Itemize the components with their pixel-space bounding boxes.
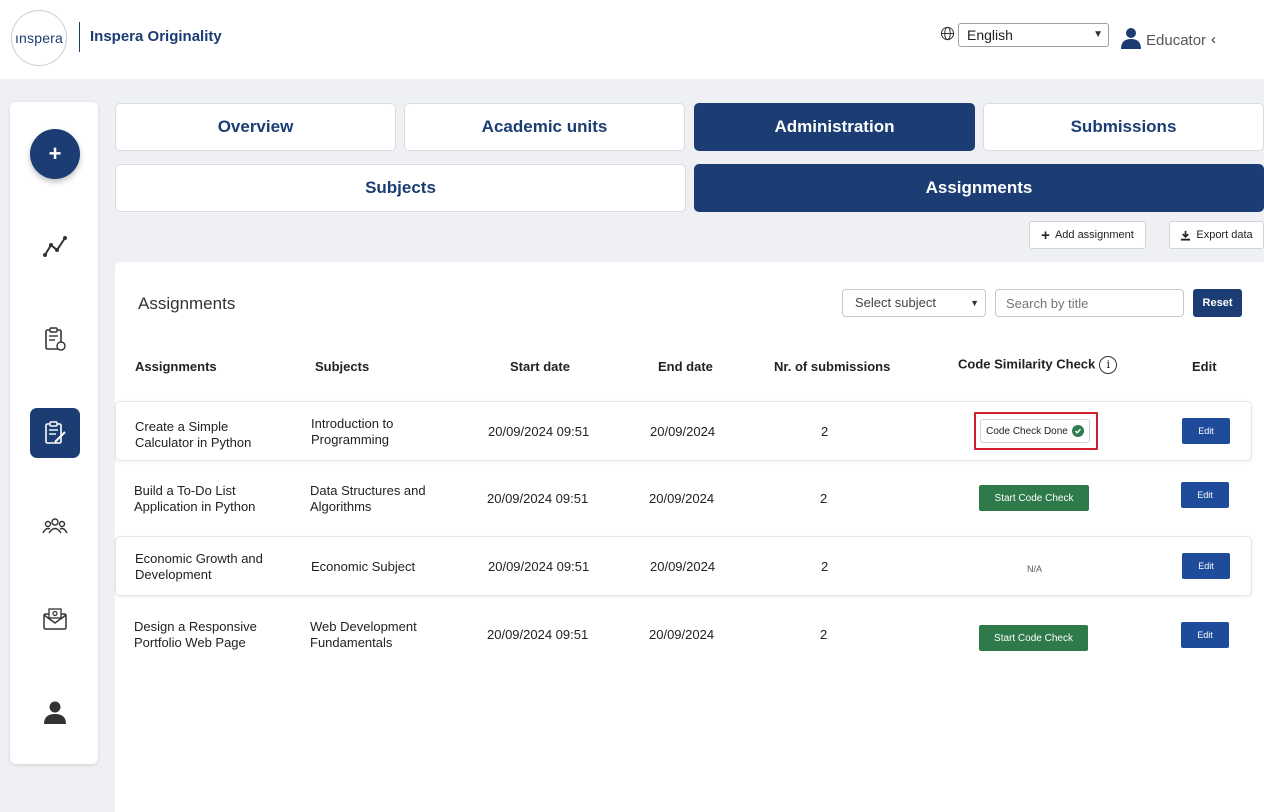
- tab-subjects[interactable]: Subjects: [115, 164, 686, 212]
- column-header-submissions: Nr. of submissions: [774, 359, 891, 374]
- panel-title: Assignments: [138, 294, 236, 313]
- sidebar-item-documents[interactable]: [30, 315, 80, 365]
- create-button[interactable]: +: [30, 129, 80, 179]
- users-group-icon: [42, 518, 68, 534]
- info-icon[interactable]: i: [1099, 356, 1118, 374]
- subject-name: Economic Subject: [311, 559, 416, 574]
- tab-administration[interactable]: Administration: [694, 103, 975, 151]
- column-header-end-date: End date: [658, 359, 713, 374]
- add-assignment-label: Add assignment: [1054, 229, 1134, 241]
- subject-select[interactable]: Select subject ▼: [842, 289, 986, 317]
- language-select[interactable]: English ▼: [958, 23, 1109, 47]
- table-row: Design a Responsive Portfolio Web Page W…: [115, 606, 1252, 666]
- start-date: 20/09/2024 09:51: [488, 424, 590, 439]
- plus-icon: +: [1041, 226, 1050, 244]
- chevron-down-icon: ▼: [1093, 29, 1103, 40]
- chevron-down-icon: ▼: [970, 298, 979, 308]
- tab-submissions[interactable]: Submissions: [983, 103, 1264, 151]
- sidebar-item-assignments[interactable]: [30, 408, 80, 458]
- product-name: Inspera Originality: [90, 28, 222, 45]
- column-header-start-date: Start date: [510, 359, 570, 374]
- edit-button[interactable]: Edit: [1182, 553, 1230, 579]
- table-row: Economic Growth and Development Economic…: [115, 536, 1252, 596]
- top-header: ınspera Inspera Originality English ▼ Ed…: [0, 0, 1264, 79]
- chevron-left-icon[interactable]: ‹: [1211, 31, 1216, 48]
- column-header-subjects: Subjects: [315, 359, 370, 374]
- submission-count: 2: [820, 627, 828, 642]
- edit-button[interactable]: Edit: [1181, 482, 1229, 508]
- search-input[interactable]: [995, 289, 1184, 317]
- code-check-done-label: Code Check Done: [986, 425, 1068, 437]
- sidebar-item-profile[interactable]: [30, 687, 80, 737]
- end-date: 20/09/2024: [650, 559, 716, 574]
- code-check-done-badge[interactable]: Code Check Done: [980, 419, 1090, 443]
- table-row: Create a Simple Calculator in Python Int…: [115, 401, 1252, 461]
- export-data-button[interactable]: Export data: [1169, 221, 1264, 249]
- start-code-check-button[interactable]: Start Code Check: [979, 625, 1088, 651]
- check-circle-icon: [1071, 425, 1084, 437]
- code-similarity-label: Code Similarity Check: [958, 356, 1096, 372]
- user-icon[interactable]: [1119, 26, 1143, 50]
- submission-count: 2: [821, 424, 829, 439]
- column-header-code-similarity: Code Similarity Check i: [958, 356, 1118, 374]
- subject-name: Data Structures and Algorithms: [310, 483, 426, 514]
- assignment-title[interactable]: Build a To-Do List Application in Python: [134, 483, 284, 515]
- inspera-logo[interactable]: ınspera: [11, 10, 67, 66]
- start-date: 20/09/2024 09:51: [487, 627, 589, 642]
- start-date: 20/09/2024 09:51: [487, 491, 589, 506]
- globe-icon: [940, 26, 955, 41]
- logo-divider: [79, 22, 80, 52]
- mail-icon: [43, 608, 67, 630]
- start-date: 20/09/2024 09:51: [488, 559, 590, 574]
- subject-select-value: Select subject: [855, 295, 936, 310]
- reset-button[interactable]: Reset: [1193, 289, 1242, 317]
- sidebar-item-mail[interactable]: [30, 594, 80, 644]
- assignment-title[interactable]: Create a Simple Calculator in Python: [135, 419, 285, 451]
- tab-overview[interactable]: Overview: [115, 103, 396, 151]
- add-assignment-button[interactable]: + Add assignment: [1029, 221, 1146, 249]
- sidebar-item-users[interactable]: [30, 501, 80, 551]
- sidebar: +: [10, 102, 98, 764]
- code-check-na: N/A: [1027, 564, 1043, 574]
- edit-button[interactable]: Edit: [1182, 418, 1230, 444]
- user-role-label[interactable]: Educator: [1146, 32, 1206, 49]
- assignments-panel: Assignments Select subject ▼ Reset Assig…: [115, 262, 1264, 812]
- tab-academic-units[interactable]: Academic units: [404, 103, 685, 151]
- subject-name: Web Development Fundamentals: [310, 619, 417, 650]
- subject-name: Introduction to Programming: [311, 416, 394, 447]
- column-header-edit: Edit: [1192, 359, 1217, 374]
- assignment-title[interactable]: Design a Responsive Portfolio Web Page: [134, 619, 284, 651]
- submission-count: 2: [821, 559, 829, 574]
- export-data-label: Export data: [1196, 229, 1253, 241]
- tab-assignments[interactable]: Assignments: [694, 164, 1264, 212]
- end-date: 20/09/2024: [649, 491, 715, 506]
- language-value: English: [967, 27, 1013, 43]
- document-certificate-icon: [45, 327, 66, 351]
- assignment-title[interactable]: Economic Growth and Development: [135, 551, 285, 583]
- profile-icon: [44, 701, 66, 724]
- end-date: 20/09/2024: [650, 424, 716, 439]
- analytics-icon: [43, 236, 67, 257]
- column-header-assignments: Assignments: [135, 359, 217, 374]
- start-code-check-button[interactable]: Start Code Check: [979, 485, 1089, 511]
- submission-count: 2: [820, 491, 828, 506]
- assignments-edit-icon: [45, 421, 66, 444]
- sidebar-item-analytics[interactable]: [30, 222, 80, 272]
- download-icon: [1181, 230, 1191, 241]
- edit-button[interactable]: Edit: [1181, 622, 1229, 648]
- table-row: Build a To-Do List Application in Python…: [115, 466, 1252, 526]
- end-date: 20/09/2024: [649, 627, 715, 642]
